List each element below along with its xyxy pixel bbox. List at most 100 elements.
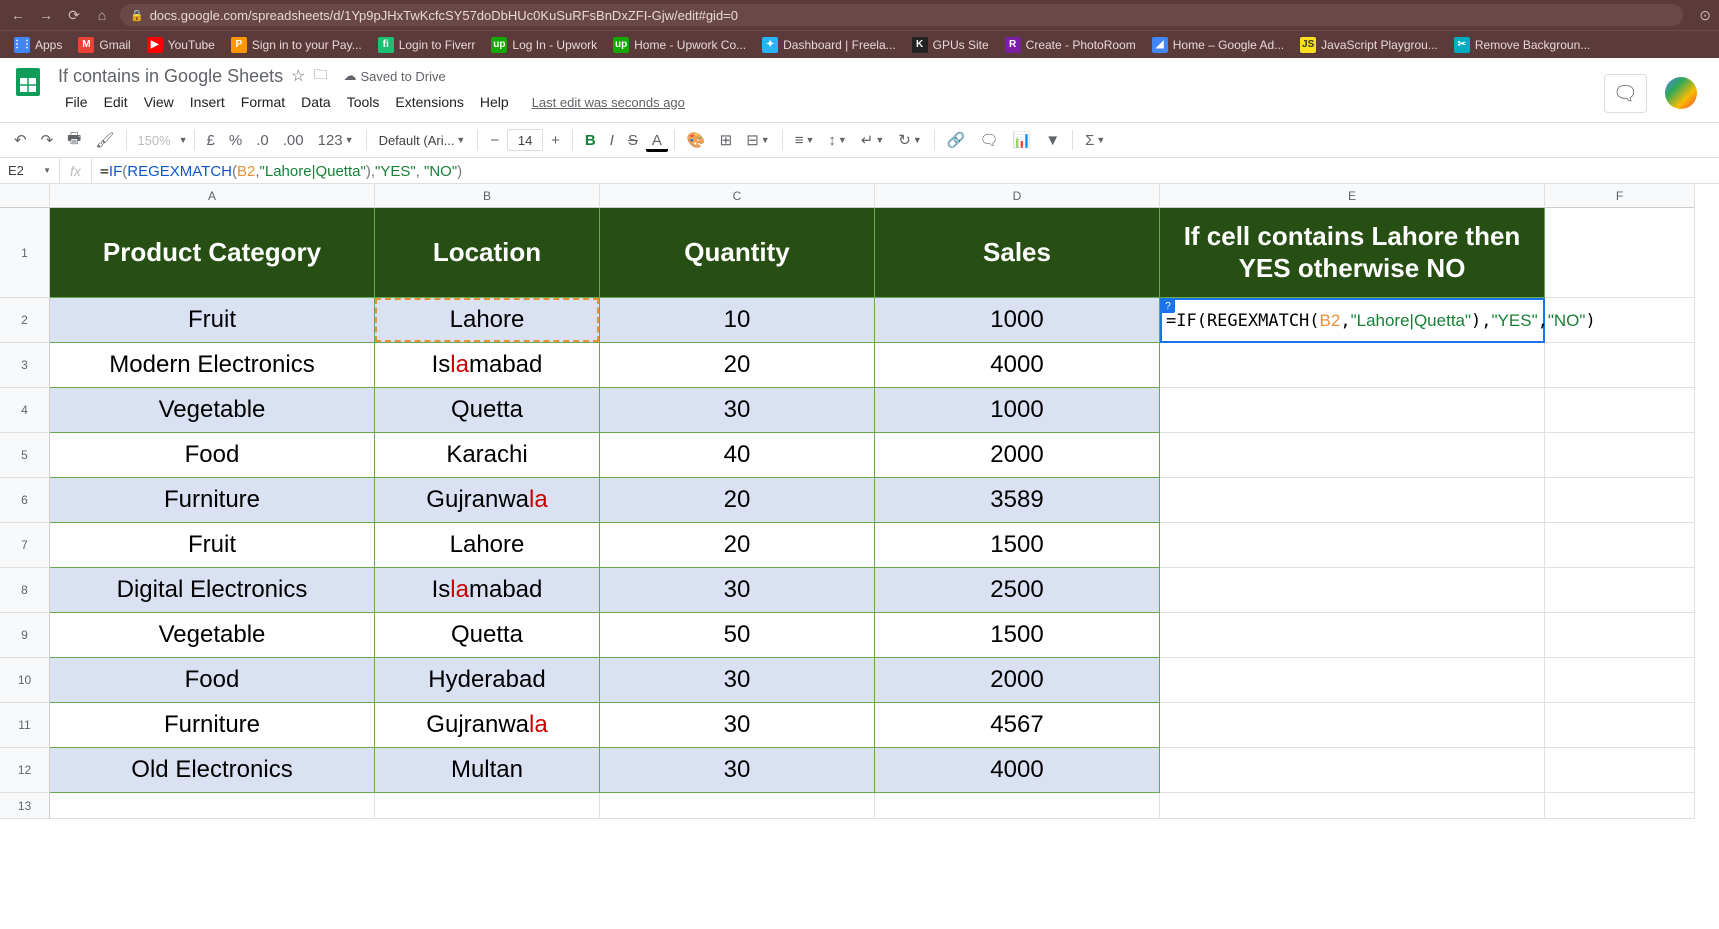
menu-insert[interactable]: Insert (183, 90, 232, 114)
undo-button[interactable]: ↶ (8, 127, 33, 153)
cell-F10[interactable] (1545, 658, 1695, 703)
cell-A12[interactable]: Old Electronics (50, 748, 375, 793)
bookmark-item[interactable]: ⋮⋮Apps (8, 34, 68, 56)
col-header-D[interactable]: D (875, 184, 1160, 208)
bookmark-item[interactable]: PSign in to your Pay... (225, 34, 368, 56)
search-icon[interactable]: ⊙ (1699, 7, 1711, 24)
row-header-11[interactable]: 11 (0, 703, 50, 748)
cell-A1[interactable]: Product Category (50, 208, 375, 298)
cell-F6[interactable] (1545, 478, 1695, 523)
cell-A3[interactable]: Modern Electronics (50, 343, 375, 388)
cell-C1[interactable]: Quantity (600, 208, 875, 298)
sheets-logo-icon[interactable] (10, 64, 50, 104)
cell-C8[interactable]: 30 (600, 568, 875, 613)
cell-B6[interactable]: Gujranwala (375, 478, 600, 523)
menu-help[interactable]: Help (473, 90, 516, 114)
row-header-4[interactable]: 4 (0, 388, 50, 433)
cell-D12[interactable]: 4000 (875, 748, 1160, 793)
cell-D8[interactable]: 2500 (875, 568, 1160, 613)
text-color-button[interactable]: A (646, 128, 668, 152)
cell-F13[interactable] (1545, 793, 1695, 819)
cell-A11[interactable]: Furniture (50, 703, 375, 748)
cell-D13[interactable] (875, 793, 1160, 819)
save-status[interactable]: ☁ Saved to Drive (343, 68, 445, 84)
bookmark-item[interactable]: upHome - Upwork Co... (607, 34, 752, 56)
row-header-8[interactable]: 8 (0, 568, 50, 613)
cell-A8[interactable]: Digital Electronics (50, 568, 375, 613)
row-header-2[interactable]: 2 (0, 298, 50, 343)
cell-F1[interactable] (1545, 208, 1695, 298)
cell-A4[interactable]: Vegetable (50, 388, 375, 433)
col-header-B[interactable]: B (375, 184, 600, 208)
cell-E12[interactable] (1160, 748, 1545, 793)
italic-button[interactable]: I (604, 128, 620, 153)
bookmark-item[interactable]: ✂Remove Backgroun... (1448, 34, 1596, 56)
cell-C6[interactable]: 20 (600, 478, 875, 523)
last-edit-link[interactable]: Last edit was seconds ago (532, 95, 685, 110)
back-button[interactable]: ← (8, 7, 28, 23)
cell-A7[interactable]: Fruit (50, 523, 375, 568)
account-avatar[interactable] (1665, 77, 1697, 109)
print-button[interactable]: 🖶 (61, 124, 87, 157)
cell-F9[interactable] (1545, 613, 1695, 658)
paint-format-button[interactable]: 🖌 (89, 127, 120, 153)
functions-button[interactable]: Σ▼ (1079, 128, 1111, 153)
row-header-12[interactable]: 12 (0, 748, 50, 793)
row-header-1[interactable]: 1 (0, 208, 50, 298)
cell-D10[interactable]: 2000 (875, 658, 1160, 703)
cell-F12[interactable] (1545, 748, 1695, 793)
row-header-5[interactable]: 5 (0, 433, 50, 478)
row-header-9[interactable]: 9 (0, 613, 50, 658)
comment-button[interactable]: 🗨 (973, 127, 1004, 153)
cell-D2[interactable]: 1000 (875, 298, 1160, 343)
decrease-decimal-button[interactable]: .0 (250, 128, 275, 153)
col-header-F[interactable]: F (1545, 184, 1695, 208)
cell-C7[interactable]: 20 (600, 523, 875, 568)
name-box[interactable]: E2▼ (0, 158, 60, 183)
currency-button[interactable]: £ (201, 128, 221, 153)
comments-icon[interactable]: 🗨 (1604, 74, 1647, 113)
fill-color-button[interactable]: 🎨 (681, 127, 712, 153)
cell-B4[interactable]: Quetta (375, 388, 600, 433)
cell-B5[interactable]: Karachi (375, 433, 600, 478)
row-header-6[interactable]: 6 (0, 478, 50, 523)
bookmark-item[interactable]: RCreate - PhotoRoom (999, 34, 1142, 56)
cell-C3[interactable]: 20 (600, 343, 875, 388)
cell-F8[interactable] (1545, 568, 1695, 613)
cell-E2[interactable]: ?=IF(REGEXMATCH(B2,"Lahore|Quetta"),"YES… (1160, 298, 1545, 343)
cell-C4[interactable]: 30 (600, 388, 875, 433)
cell-A5[interactable]: Food (50, 433, 375, 478)
cell-C2[interactable]: 10 (600, 298, 875, 343)
cell-E8[interactable] (1160, 568, 1545, 613)
col-header-C[interactable]: C (600, 184, 875, 208)
increase-decimal-button[interactable]: .00 (277, 128, 310, 153)
bookmark-item[interactable]: ▶YouTube (141, 34, 221, 56)
menu-tools[interactable]: Tools (340, 90, 387, 114)
percent-button[interactable]: % (223, 128, 248, 153)
cell-B2[interactable]: Lahore (375, 298, 600, 343)
cell-B13[interactable] (375, 793, 600, 819)
cell-D9[interactable]: 1500 (875, 613, 1160, 658)
bookmark-item[interactable]: ✦Dashboard | Freela... (756, 34, 902, 56)
cell-D7[interactable]: 1500 (875, 523, 1160, 568)
cell-F5[interactable] (1545, 433, 1695, 478)
cell-B3[interactable]: Islamabad (375, 343, 600, 388)
cell-D5[interactable]: 2000 (875, 433, 1160, 478)
font-select[interactable]: Default (Ari...▼ (373, 133, 472, 148)
strikethrough-button[interactable]: S (622, 128, 644, 153)
cell-A13[interactable] (50, 793, 375, 819)
formula-help-icon[interactable]: ? (1161, 299, 1175, 313)
bookmark-item[interactable]: JSJavaScript Playgrou... (1294, 34, 1444, 56)
reload-button[interactable]: ⟳ (64, 7, 84, 24)
more-formats-button[interactable]: 123▼ (312, 128, 360, 153)
home-button[interactable]: ⌂ (92, 7, 112, 23)
cell-A6[interactable]: Furniture (50, 478, 375, 523)
bookmark-item[interactable]: upLog In - Upwork (485, 34, 603, 56)
formula-input[interactable]: =IF(REGEXMATCH(B2,"Lahore|Quetta"),"YES"… (92, 162, 1719, 180)
cell-B9[interactable]: Quetta (375, 613, 600, 658)
cell-A9[interactable]: Vegetable (50, 613, 375, 658)
select-all-corner[interactable] (0, 184, 50, 208)
cell-C5[interactable]: 40 (600, 433, 875, 478)
cell-F3[interactable] (1545, 343, 1695, 388)
document-title[interactable]: If contains in Google Sheets (58, 66, 283, 87)
